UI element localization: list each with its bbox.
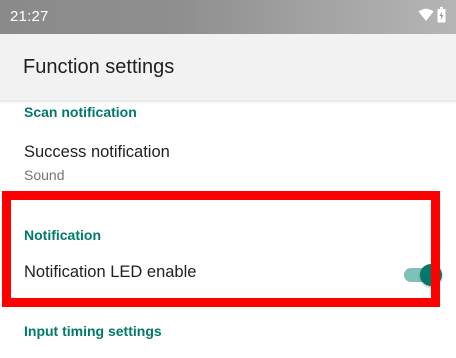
notification-led-switch[interactable] xyxy=(404,262,442,288)
wifi-icon xyxy=(418,8,434,27)
status-bar: 21:27 xyxy=(0,0,456,34)
success-notification-summary: Sound xyxy=(24,167,65,183)
page-title: Function settings xyxy=(23,56,175,78)
switch-thumb xyxy=(420,264,442,286)
status-icons xyxy=(418,6,446,28)
category-notification: Notification xyxy=(24,227,101,243)
app-bar: Function settings xyxy=(0,34,456,100)
battery-icon xyxy=(437,6,446,28)
category-scan-notification: Scan notification xyxy=(24,104,137,120)
notification-led-enable-title[interactable]: Notification LED enable xyxy=(24,263,196,282)
success-notification-title[interactable]: Success notification xyxy=(24,143,170,162)
category-input-timing-settings: Input timing settings xyxy=(24,323,162,339)
highlight-box xyxy=(2,191,440,307)
status-time: 21:27 xyxy=(10,8,49,25)
